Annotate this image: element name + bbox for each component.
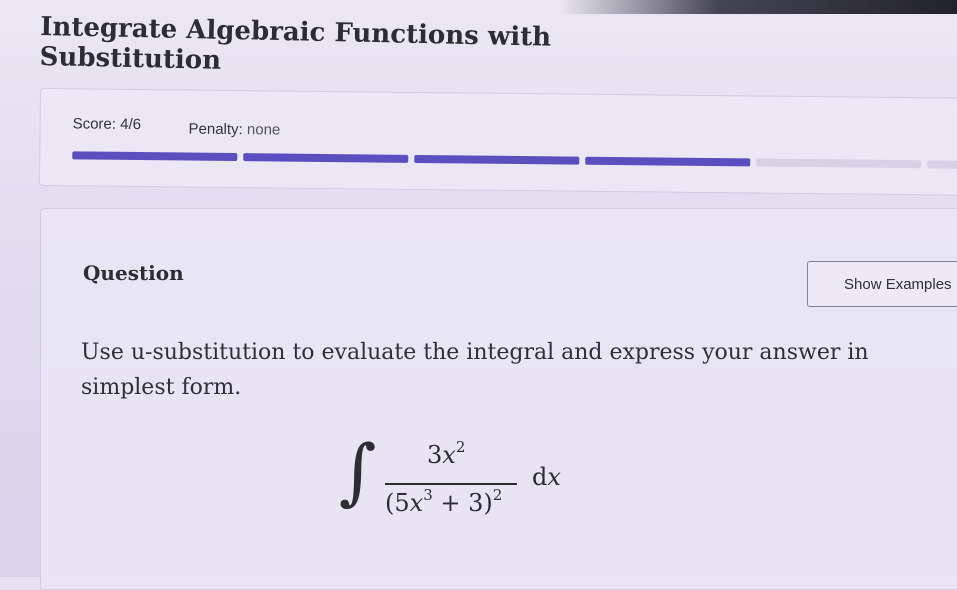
- progress-segment: [72, 151, 238, 162]
- progress-segment: [414, 154, 580, 165]
- question-heading: Question: [83, 261, 184, 285]
- integral-sign: ∫: [339, 429, 377, 513]
- integrand-denominator: (5x3 + 3)2: [385, 486, 503, 518]
- penalty-value: none: [246, 121, 281, 139]
- integral-differential: dx: [532, 463, 561, 491]
- top-edge-shadow: [560, 0, 957, 14]
- penalty-label-text: Penalty:: [188, 120, 243, 139]
- progress-segment: [585, 156, 751, 167]
- integral-expression: ∫ 3x2 (5x3 + 3)2 dx: [339, 429, 599, 531]
- question-card: Question Show Examples Use u-substitutio…: [40, 208, 957, 590]
- integrand-numerator: 3x2: [427, 438, 466, 470]
- progress-segment: [927, 160, 957, 171]
- score-progress-bar: [72, 151, 957, 171]
- score-card: Score: 4/6 Penalty: none: [38, 88, 957, 196]
- progress-segment: [756, 158, 922, 169]
- progress-segment: [243, 153, 409, 163]
- score-label: Score: 4/6: [72, 115, 142, 134]
- show-examples-button[interactable]: Show Examples: [807, 261, 957, 307]
- fraction-bar: [385, 483, 517, 485]
- question-prompt: Use u-substitution to evaluate the integ…: [81, 340, 869, 400]
- penalty-label: Penalty: none: [188, 121, 280, 139]
- integrand-fraction: 3x2 (5x3 + 3)2: [383, 438, 519, 531]
